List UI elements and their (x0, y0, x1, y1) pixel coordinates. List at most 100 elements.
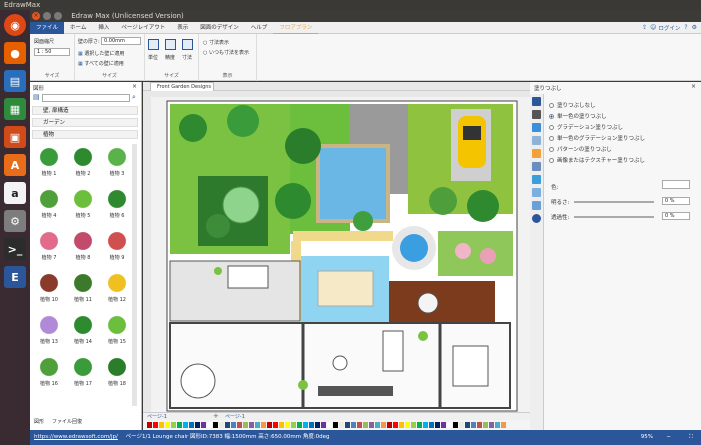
symbol-plant[interactable]: 植物 13 (34, 312, 64, 350)
color-swatch[interactable] (417, 422, 422, 428)
tab-file[interactable]: ファイル (30, 21, 65, 34)
tab-view[interactable]: 表示 (171, 22, 194, 34)
color-swatch[interactable] (321, 422, 326, 428)
color-swatch[interactable] (255, 422, 260, 428)
fill-option[interactable]: 塗りつぶしなし (549, 101, 596, 109)
radio-icon[interactable] (549, 147, 554, 152)
fill-option[interactable]: パターンの塗りつぶし (549, 145, 612, 153)
symbol-plant[interactable]: 植物 15 (102, 312, 132, 350)
color-swatch[interactable] (477, 422, 482, 428)
help-icon[interactable]: ? (684, 24, 687, 31)
close-properties-icon[interactable]: × (691, 83, 696, 90)
symbol-plant[interactable]: 植物 2 (68, 144, 98, 182)
color-palette[interactable] (143, 420, 530, 430)
minimize-window-icon[interactable] (43, 12, 51, 20)
amazon-icon[interactable]: a (4, 182, 26, 204)
color-swatch[interactable] (279, 422, 284, 428)
color-swatch[interactable] (189, 422, 194, 428)
line-icon[interactable] (532, 110, 541, 119)
fill-option[interactable]: グラデーション塗りつぶし (549, 123, 623, 131)
color-swatch[interactable] (219, 422, 224, 428)
tab-design[interactable]: 図面のデザイン (194, 22, 245, 34)
scale-select[interactable]: 1 : 50 (34, 48, 70, 56)
fill-option[interactable]: 単一色のグラデーション塗りつぶし (549, 134, 645, 142)
symbol-plant[interactable]: 植物 14 (68, 312, 98, 350)
layer-icon[interactable] (532, 149, 541, 158)
color-swatch[interactable] (213, 422, 218, 428)
terminal-icon[interactable]: >_ (4, 238, 26, 260)
library-scrollbar[interactable] (132, 144, 137, 406)
page-tab[interactable]: ページ-1 (147, 413, 167, 420)
color-swatch[interactable] (375, 422, 380, 428)
library-menu-icon[interactable]: ▤ (33, 93, 40, 101)
color-swatch[interactable] (411, 422, 416, 428)
color-picker[interactable] (662, 180, 690, 189)
settings-gear-icon[interactable]: ⚙ (692, 24, 697, 31)
color-swatch[interactable] (387, 422, 392, 428)
fill-icon[interactable] (532, 97, 541, 106)
color-swatch[interactable] (429, 422, 434, 428)
fullscreen-icon[interactable]: ⛶ (689, 430, 693, 445)
color-swatch[interactable] (435, 422, 440, 428)
symbol-plant[interactable]: 植物 7 (34, 228, 64, 266)
color-swatch[interactable] (225, 422, 230, 428)
radio-icon[interactable] (549, 125, 554, 130)
symbol-plant[interactable]: 植物 3 (102, 144, 132, 182)
color-swatch[interactable] (285, 422, 290, 428)
color-swatch[interactable] (183, 422, 188, 428)
dimension-button[interactable]: 寸法 (182, 54, 192, 61)
firefox-icon[interactable]: ● (4, 42, 26, 64)
color-swatch[interactable] (447, 422, 452, 428)
symbol-plant[interactable]: 植物 11 (68, 270, 98, 308)
color-swatch[interactable] (501, 422, 506, 428)
dimension-show-option[interactable]: ○ 寸法表示 (203, 39, 229, 46)
color-swatch[interactable] (237, 422, 242, 428)
fill-option[interactable]: 単一色の塗りつぶし (549, 112, 607, 120)
comment-icon[interactable] (532, 201, 541, 210)
color-swatch[interactable] (363, 422, 368, 428)
always-show-option[interactable]: ○ いつも寸法を表示 (203, 49, 249, 56)
zoom-out-icon[interactable]: − (666, 430, 671, 445)
symbol-plant[interactable]: 植物 12 (102, 270, 132, 308)
color-swatch[interactable] (297, 422, 302, 428)
color-swatch[interactable] (453, 422, 458, 428)
website-link[interactable]: https://www.edrawsoft.com/jp/ (34, 434, 118, 440)
color-swatch[interactable] (465, 422, 470, 428)
color-swatch[interactable] (165, 422, 170, 428)
color-swatch[interactable] (303, 422, 308, 428)
page-tab-active[interactable]: ページ-1 (225, 413, 245, 420)
tab-floor-plan[interactable]: フロアプラン (273, 22, 319, 34)
color-swatch[interactable] (483, 422, 488, 428)
settings-icon[interactable]: ⚙ (4, 210, 26, 232)
wall-thickness-input[interactable]: 0.00mm (101, 37, 141, 45)
color-swatch[interactable] (459, 422, 464, 428)
impress-icon[interactable]: ▣ (4, 126, 26, 148)
color-swatch[interactable] (315, 422, 320, 428)
radio-icon[interactable] (549, 103, 554, 108)
tab-insert[interactable]: 挿入 (92, 22, 115, 34)
radio-icon[interactable] (549, 114, 554, 119)
ubuntu-logo-icon[interactable]: ◉ (4, 14, 26, 36)
color-swatch[interactable] (171, 422, 176, 428)
color-swatch[interactable] (243, 422, 248, 428)
transparency-slider[interactable] (574, 216, 654, 218)
color-swatch[interactable] (393, 422, 398, 428)
edrawmax-icon[interactable]: E (4, 266, 26, 288)
accuracy-icon[interactable] (165, 39, 176, 50)
search-icon[interactable]: ⌕ (132, 93, 136, 102)
unit-icon[interactable] (148, 39, 159, 50)
color-swatch[interactable] (489, 422, 494, 428)
color-swatch[interactable] (441, 422, 446, 428)
page-icon[interactable] (532, 162, 541, 171)
symbol-plant[interactable]: 植物 6 (102, 186, 132, 224)
symbol-plant[interactable]: 植物 17 (68, 354, 98, 392)
color-swatch[interactable] (495, 422, 500, 428)
library-walls[interactable]: 壁, 扉構造 (32, 106, 138, 115)
tab-page-layout[interactable]: ページレイアウト (115, 22, 171, 34)
color-swatch[interactable] (201, 422, 206, 428)
tab-home[interactable]: ホーム (64, 22, 92, 34)
symbol-plant[interactable]: 植物 10 (34, 270, 64, 308)
hyperlink-icon[interactable] (532, 188, 541, 197)
radio-icon[interactable] (549, 136, 554, 141)
symbol-plant[interactable]: 植物 18 (102, 354, 132, 392)
